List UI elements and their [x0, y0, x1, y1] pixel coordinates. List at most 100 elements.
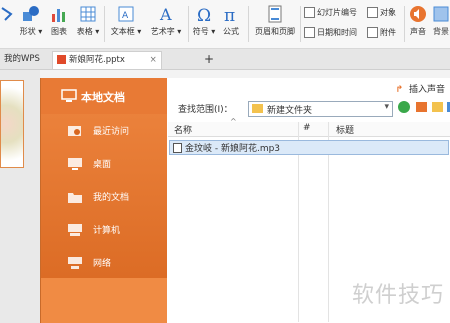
- attachment-button[interactable]: 附件: [367, 26, 396, 40]
- audio-label: 声音: [410, 27, 426, 36]
- sidebar-item-label: 我的文档: [93, 193, 130, 203]
- svg-text:Ω: Ω: [197, 6, 211, 24]
- tab-document-label: 新娘阿花.pptx: [69, 55, 125, 65]
- object-icon: [367, 7, 378, 18]
- shape-button[interactable]: 形状 ▾: [17, 4, 45, 44]
- table-icon: [74, 4, 102, 24]
- table-label: 表格: [76, 27, 93, 36]
- tab-my-wps-label: 我的WPS: [4, 54, 40, 64]
- sidebar-title: 本地文档: [81, 91, 125, 104]
- file-name: 金玟岐 - 新娘阿花.mp3: [185, 144, 281, 154]
- symbol-label: 符号: [192, 27, 209, 36]
- background-label: 背景: [433, 27, 449, 36]
- shape-icon: [17, 4, 45, 24]
- shape-label: 形状: [19, 27, 36, 36]
- slide-thumbnail[interactable]: [0, 80, 24, 168]
- header-footer-label: 页眉和页脚: [255, 27, 295, 36]
- chevron-down-icon: ▾: [384, 102, 389, 112]
- table-button[interactable]: 表格 ▾: [74, 4, 102, 44]
- sidebar-header: 本地文档: [41, 78, 167, 114]
- audio-file-icon: [173, 143, 182, 153]
- object-button[interactable]: 对象: [367, 6, 396, 20]
- sidebar-item-network[interactable]: 网络: [41, 247, 167, 280]
- header-footer-button[interactable]: 页眉和页脚: [252, 4, 298, 44]
- omega-icon: Ω: [192, 4, 216, 26]
- sidebar-item-label: 最近访问: [93, 127, 130, 137]
- partial-ribbon-button[interactable]: [0, 4, 14, 44]
- add-tab-button[interactable]: +: [200, 51, 218, 68]
- sidebar-footer: [41, 278, 167, 323]
- slide-thumbnail-pane: [0, 70, 40, 323]
- symbol-button[interactable]: Ω 符号 ▾: [192, 4, 216, 44]
- pptx-file-icon: [57, 55, 66, 64]
- folder-icon: [68, 191, 82, 203]
- insert-audio-title: ↱ 插入声音: [395, 82, 445, 96]
- calendar-icon: [304, 27, 315, 38]
- datetime-button[interactable]: 日期和时间: [304, 26, 357, 40]
- column-header-title[interactable]: 标题: [336, 123, 354, 136]
- audio-button[interactable]: 声音: [407, 4, 429, 44]
- folder-select[interactable]: 新建文件夹 ▾: [248, 101, 393, 117]
- watermark-text: 软件技巧: [351, 283, 444, 308]
- recent-icon: [68, 125, 82, 136]
- sort-caret-icon: ^: [230, 117, 237, 126]
- search-range-label: 查找范围(I)：: [178, 105, 233, 115]
- sidebar-item-desktop[interactable]: 桌面: [41, 148, 167, 181]
- sidebar-item-label: 桌面: [93, 160, 112, 170]
- close-icon[interactable]: ×: [150, 55, 157, 65]
- shape-partial-icon: [0, 4, 14, 24]
- object-label: 对象: [380, 8, 396, 17]
- tab-my-wps[interactable]: 我的WPS: [0, 51, 44, 68]
- formula-button[interactable]: π 公式: [220, 4, 242, 44]
- ribbon-toolbar: 形状 ▾ 图表 表格 ▾ A 文本框 ▾ A 艺术字 ▾ Ω 符号 ▾ π 公式…: [0, 0, 450, 49]
- wordart-button[interactable]: A 艺术字 ▾: [148, 4, 184, 44]
- textbox-label: 文本框: [110, 27, 135, 36]
- insert-audio-label: 插入声音: [408, 85, 445, 95]
- slide-number-label: 幻灯片编号: [317, 8, 357, 17]
- back-icon[interactable]: [398, 101, 410, 113]
- sidebar-item-my-documents[interactable]: 我的文档: [41, 181, 167, 214]
- slide-number-button[interactable]: 幻灯片编号: [304, 6, 357, 20]
- pi-icon: π: [220, 4, 242, 26]
- sidebar-item-label: 计算机: [93, 226, 121, 236]
- background-button[interactable]: 背景: [432, 4, 450, 44]
- attachment-icon: [367, 27, 378, 38]
- chart-icon: [48, 4, 70, 24]
- svg-text:A: A: [122, 11, 129, 21]
- network-icon: [68, 257, 82, 269]
- list-item[interactable]: 金玟岐 - 新娘阿花.mp3: [169, 140, 449, 155]
- new-folder-icon[interactable]: [432, 102, 443, 112]
- textbox-icon: A: [108, 4, 144, 24]
- location-sidebar: 本地文档 最近访问 桌面 我的文档 计算机 网络: [41, 78, 167, 323]
- header-footer-icon: [252, 4, 298, 24]
- background-icon: [432, 4, 450, 24]
- chart-label: 图表: [51, 27, 67, 36]
- formula-label: 公式: [223, 27, 239, 36]
- plus-icon: +: [204, 52, 215, 66]
- tab-document[interactable]: 新娘阿花.pptx ×: [52, 51, 162, 69]
- attachment-label: 附件: [380, 28, 396, 37]
- slide-number-icon: [304, 7, 315, 18]
- column-header-name[interactable]: 名称: [174, 123, 192, 136]
- svg-text:π: π: [224, 6, 235, 24]
- computer-icon: [68, 224, 82, 236]
- sidebar-item-computer[interactable]: 计算机: [41, 214, 167, 247]
- folder-icon: [252, 104, 263, 113]
- wordart-icon: A: [148, 4, 184, 24]
- svg-text:A: A: [159, 5, 172, 24]
- wordart-label: 艺术字: [150, 27, 175, 36]
- sidebar-item-label: 网络: [93, 259, 112, 269]
- monitor-icon: [61, 89, 77, 106]
- file-list-header: 名称 ^ # 标题: [168, 117, 450, 137]
- chart-button[interactable]: 图表: [48, 4, 70, 44]
- up-folder-icon[interactable]: [416, 102, 427, 112]
- folder-select-value: 新建文件夹: [267, 106, 313, 116]
- column-header-number[interactable]: #: [303, 123, 311, 133]
- textbox-button[interactable]: A 文本框 ▾: [108, 4, 144, 44]
- insert-arrow-icon: ↱: [395, 85, 403, 95]
- datetime-label: 日期和时间: [317, 28, 357, 37]
- desktop-icon: [68, 158, 82, 170]
- document-tabs: 我的WPS 新娘阿花.pptx × +: [0, 49, 450, 70]
- speaker-icon: [407, 4, 429, 24]
- sidebar-item-recent[interactable]: 最近访问: [41, 115, 167, 148]
